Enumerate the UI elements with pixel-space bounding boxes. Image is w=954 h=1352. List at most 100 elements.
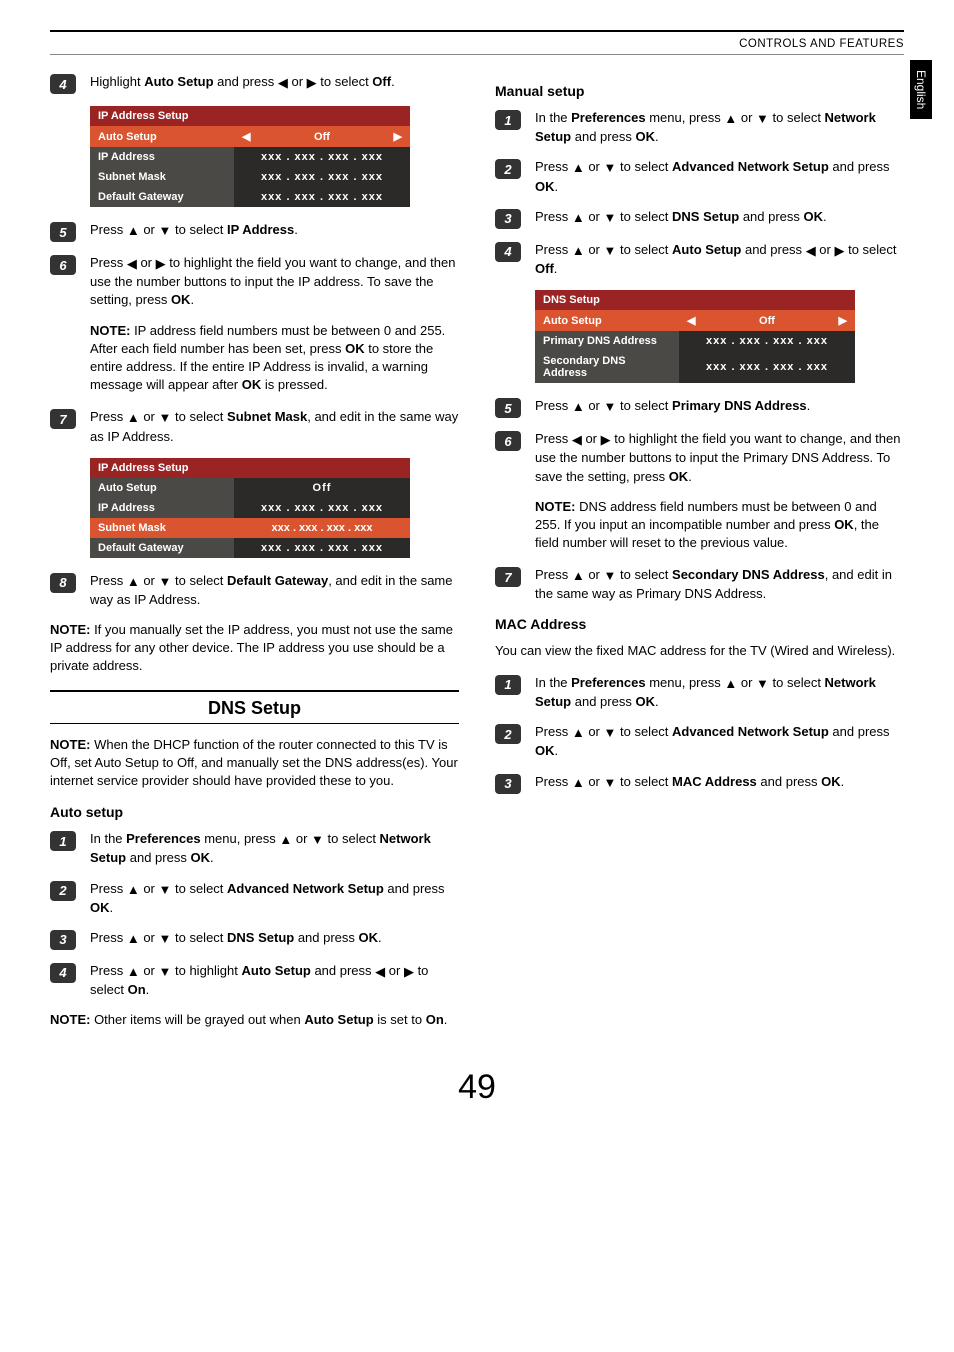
note-auto-grayed: NOTE: Other items will be grayed out whe…	[50, 1011, 459, 1029]
left-arrow-icon: ◀	[127, 255, 137, 273]
step-text: Press ▲ or ▼ to select Secondary DNS Add…	[535, 566, 904, 603]
header-text: CONTROLS AND FEATURES	[739, 38, 904, 50]
step-text: Highlight Auto Setup and press ◀ or ▶ to…	[90, 73, 459, 92]
columns: 4 Highlight Auto Setup and press ◀ or ▶ …	[50, 73, 904, 1044]
up-arrow-icon: ▲	[572, 159, 585, 177]
up-arrow-icon: ▲	[572, 567, 585, 585]
mac-step-3: 3 Press ▲ or ▼ to select MAC Address and…	[495, 773, 904, 794]
table-row-label: Secondary DNS Address	[535, 351, 679, 383]
manual-step-2: 2 Press ▲ or ▼ to select Advanced Networ…	[495, 158, 904, 195]
down-arrow-icon: ▼	[604, 209, 617, 227]
table-row-label: Auto Setup	[535, 310, 679, 331]
table-title: IP Address Setup	[90, 458, 410, 478]
table-row-value: xxx . xxx . xxx . xxx	[234, 538, 410, 558]
down-arrow-icon: ▼	[159, 222, 172, 240]
note-dns-range: NOTE: DNS address field numbers must be …	[535, 498, 904, 553]
table-row-label: Auto Setup	[90, 126, 234, 147]
up-arrow-icon: ▲	[127, 222, 140, 240]
table-title: DNS Setup	[535, 290, 855, 310]
step-text: Press ▲ or ▼ to select Advanced Network …	[90, 880, 459, 917]
dns-setup-heading: DNS Setup	[50, 690, 459, 724]
right-column: Manual setup 1 In the Preferences menu, …	[495, 73, 904, 1044]
step-text: Press ▲ or ▼ to select Advanced Network …	[535, 158, 904, 195]
step-badge: 7	[50, 409, 76, 429]
note-private-ip: NOTE: If you manually set the IP address…	[50, 621, 459, 676]
step-5: 5 Press ▲ or ▼ to select IP Address.	[50, 221, 459, 242]
language-tab: English	[910, 60, 932, 119]
table-row-label: Primary DNS Address	[535, 331, 679, 351]
up-arrow-icon: ▲	[127, 409, 140, 427]
up-arrow-icon: ▲	[724, 110, 737, 128]
up-arrow-icon: ▲	[572, 724, 585, 742]
step-text: Press ▲ or ▼ to select DNS Setup and pre…	[535, 208, 904, 227]
up-arrow-icon: ▲	[572, 774, 585, 792]
left-arrow-icon: ◀	[572, 431, 582, 449]
left-arrow-icon: ◀	[242, 130, 250, 143]
table-row-value: Off	[234, 478, 410, 498]
table-row-value: xxx . xxx . xxx . xxx	[234, 167, 410, 187]
step-text: Press ▲ or ▼ to select Default Gateway, …	[90, 572, 459, 609]
step-text: Press ▲ or ▼ to select MAC Address and p…	[535, 773, 904, 792]
step-text: Press ▲ or ▼ to select Primary DNS Addre…	[535, 397, 904, 416]
right-arrow-icon: ▶	[601, 431, 611, 449]
left-arrow-icon: ◀	[278, 74, 288, 92]
down-arrow-icon: ▼	[159, 881, 172, 899]
auto-step-1: 1 In the Preferences menu, press ▲ or ▼ …	[50, 830, 459, 867]
down-arrow-icon: ▼	[604, 159, 617, 177]
up-arrow-icon: ▲	[127, 930, 140, 948]
up-arrow-icon: ▲	[127, 963, 140, 981]
down-arrow-icon: ▼	[159, 573, 172, 591]
table-row-label: Subnet Mask	[90, 518, 234, 538]
down-arrow-icon: ▼	[756, 110, 769, 128]
step-badge: 3	[495, 209, 521, 229]
step-text: Press ▲ or ▼ to select Subnet Mask, and …	[90, 408, 459, 445]
right-arrow-icon: ▶	[404, 963, 414, 981]
step-7: 7 Press ▲ or ▼ to select Subnet Mask, an…	[50, 408, 459, 445]
left-arrow-icon: ◀	[687, 314, 695, 327]
table-title: IP Address Setup	[90, 106, 410, 126]
step-badge: 3	[50, 930, 76, 950]
up-arrow-icon: ▲	[279, 831, 292, 849]
up-arrow-icon: ▲	[572, 209, 585, 227]
auto-step-4: 4 Press ▲ or ▼ to highlight Auto Setup a…	[50, 962, 459, 999]
step-text: In the Preferences menu, press ▲ or ▼ to…	[535, 674, 904, 711]
table-row-value: xxx . xxx . xxx . xxx	[234, 498, 410, 518]
down-arrow-icon: ▼	[604, 242, 617, 260]
step-text: Press ▲ or ▼ to select Advanced Network …	[535, 723, 904, 760]
table-row-label: IP Address	[90, 498, 234, 518]
table-row-label: Subnet Mask	[90, 167, 234, 187]
manual-step-5: 5 Press ▲ or ▼ to select Primary DNS Add…	[495, 397, 904, 418]
mac-step-1: 1 In the Preferences menu, press ▲ or ▼ …	[495, 674, 904, 711]
manual-step-1: 1 In the Preferences menu, press ▲ or ▼ …	[495, 109, 904, 146]
step-badge: 3	[495, 774, 521, 794]
auto-setup-heading: Auto setup	[50, 804, 459, 820]
left-column: 4 Highlight Auto Setup and press ◀ or ▶ …	[50, 73, 459, 1044]
manual-step-7: 7 Press ▲ or ▼ to select Secondary DNS A…	[495, 566, 904, 603]
step-text: In the Preferences menu, press ▲ or ▼ to…	[535, 109, 904, 146]
step-badge: 6	[495, 431, 521, 451]
table-row-label: Auto Setup	[90, 478, 234, 498]
step-badge: 2	[495, 159, 521, 179]
manual-step-3: 3 Press ▲ or ▼ to select DNS Setup and p…	[495, 208, 904, 229]
mac-step-2: 2 Press ▲ or ▼ to select Advanced Networ…	[495, 723, 904, 760]
step-badge: 8	[50, 573, 76, 593]
step-4: 4 Highlight Auto Setup and press ◀ or ▶ …	[50, 73, 459, 94]
manual-step-4: 4 Press ▲ or ▼ to select Auto Setup and …	[495, 241, 904, 278]
table-row-value: xxx . xxx . xxx . xxx	[234, 147, 410, 167]
right-arrow-icon: ▶	[839, 314, 847, 327]
ip-table-2: IP Address Setup Auto SetupOff IP Addres…	[90, 458, 410, 558]
step-text: Press ▲ or ▼ to highlight Auto Setup and…	[90, 962, 459, 999]
note-dns: NOTE: When the DHCP function of the rout…	[50, 736, 459, 791]
down-arrow-icon: ▼	[604, 724, 617, 742]
step-badge: 2	[495, 724, 521, 744]
table-row-value: ◀Off▶	[679, 310, 855, 331]
ip-table-1: IP Address Setup Auto Setup◀Off▶ IP Addr…	[90, 106, 410, 207]
step-text: Press ▲ or ▼ to select IP Address.	[90, 221, 459, 240]
table-row-value: ◀Off▶	[234, 126, 410, 147]
table-row-value: xxx . xxx . xxx . xxx	[679, 351, 855, 383]
header-section: CONTROLS AND FEATURES	[50, 38, 904, 50]
step-badge: 4	[50, 74, 76, 94]
down-arrow-icon: ▼	[159, 409, 172, 427]
right-arrow-icon: ▶	[156, 255, 166, 273]
mac-intro: You can view the fixed MAC address for t…	[495, 642, 904, 660]
